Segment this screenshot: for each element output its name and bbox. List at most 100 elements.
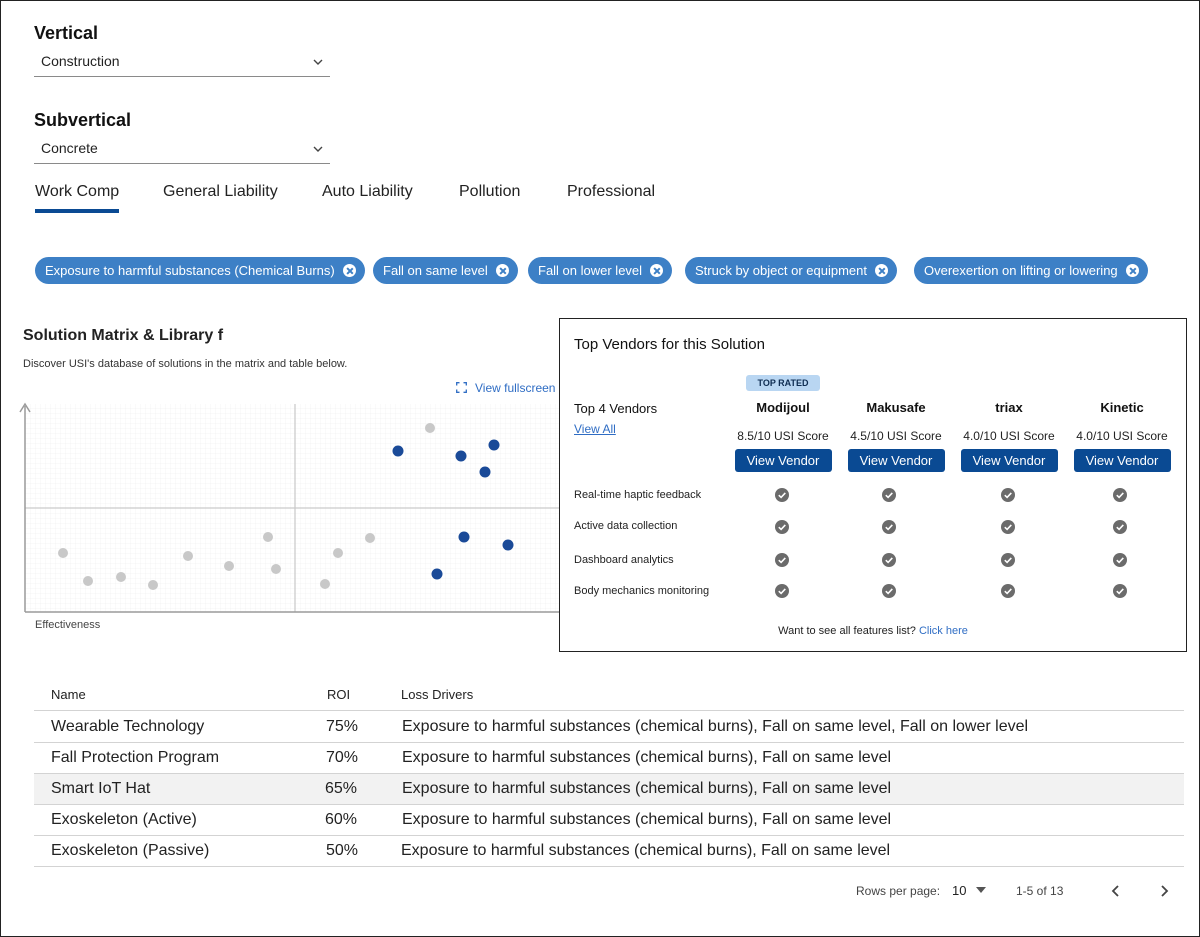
view-vendor-button[interactable]: View Vendor (960, 449, 1058, 472)
view-fullscreen-link[interactable]: View fullscreen (456, 381, 555, 395)
vendor-column: Modijoul 8.5/10 USI Score View Vendor (728, 399, 838, 472)
top-vendors-panel: Top Vendors for this Solution Top 4 Vend… (559, 318, 1187, 652)
cell-loss-drivers: Exposure to harmful substances (chemical… (402, 718, 1029, 735)
fullscreen-icon (456, 382, 467, 393)
view-vendor-button[interactable]: View Vendor (847, 449, 945, 472)
table-row[interactable]: Fall Protection Program 70% Exposure to … (34, 743, 1184, 774)
view-vendor-button[interactable]: View Vendor (734, 449, 832, 472)
check-circle-icon (1113, 488, 1127, 502)
vendor-name: triax (995, 400, 1023, 415)
solution-point[interactable] (83, 576, 93, 586)
solution-point[interactable] (333, 548, 343, 558)
cell-loss-drivers: Exposure to harmful substances (chemical… (402, 780, 892, 797)
chevron-left-icon[interactable] (1109, 883, 1123, 899)
caret-down-icon (976, 887, 987, 893)
chevron-down-icon (313, 146, 323, 152)
view-all-link[interactable]: View All (574, 422, 616, 436)
rows-per-page-value: 10 (952, 883, 967, 898)
top-vendors-label: Top 4 Vendors (574, 401, 658, 416)
solution-point-selected[interactable] (488, 439, 500, 451)
table-row[interactable]: Exoskeleton (Active) 60% Exposure to har… (34, 805, 1184, 836)
vertical-select[interactable]: Construction (34, 47, 330, 77)
check-circle-icon (1001, 553, 1015, 567)
check-circle-icon (1113, 584, 1127, 598)
chevron-down-icon (313, 59, 323, 65)
subvertical-select[interactable]: Concrete (34, 134, 330, 164)
solution-point-selected[interactable] (392, 445, 404, 457)
chip-label: Fall on same level (383, 263, 488, 278)
chip-label: Struck by object or equipment (695, 263, 867, 278)
solution-matrix-subtitle: Discover USI's database of solutions in … (23, 358, 348, 370)
solution-point-selected[interactable] (479, 466, 491, 478)
table-row[interactable]: Smart IoT Hat 65% Exposure to harmful su… (34, 774, 1184, 805)
loss-driver-chip[interactable]: Fall on lower level (528, 257, 673, 284)
solution-point-selected[interactable] (431, 568, 443, 580)
close-icon[interactable] (1125, 264, 1139, 277)
solution-point[interactable] (224, 561, 234, 571)
column-header-roi[interactable]: ROI (327, 687, 350, 702)
check-circle-icon (775, 553, 789, 567)
solution-point[interactable] (425, 423, 435, 433)
vendor-score: 4.5/10 USI Score (850, 429, 942, 443)
subvertical-label: Subvertical (34, 110, 132, 130)
solution-point-selected[interactable] (502, 539, 514, 551)
column-header-name[interactable]: Name (51, 687, 86, 702)
cell-name: Exoskeleton (Passive) (51, 842, 210, 859)
vendor-score: 4.0/10 USI Score (1076, 429, 1168, 443)
loss-driver-chip[interactable]: Overexertion on lifting or lowering (914, 257, 1148, 284)
loss-driver-chip[interactable]: Struck by object or equipment (685, 257, 897, 284)
chip-label: Fall on lower level (538, 263, 643, 278)
table-row[interactable]: Wearable Technology 75% Exposure to harm… (34, 712, 1184, 743)
click-here-link[interactable]: Click here (919, 625, 968, 637)
view-vendor-button[interactable]: View Vendor (1073, 449, 1171, 472)
cell-name: Exoskeleton (Active) (51, 811, 197, 828)
solution-point-selected[interactable] (458, 531, 470, 543)
cell-roi: 50% (326, 842, 359, 859)
solution-point[interactable] (116, 572, 126, 582)
features-footer: Want to see all features list? Click her… (560, 625, 1186, 637)
close-icon[interactable] (650, 264, 664, 277)
cell-roi: 70% (326, 749, 359, 766)
tab-auto-liability[interactable]: Auto Liability (322, 183, 413, 213)
tab-professional[interactable]: Professional (567, 183, 655, 213)
check-circle-icon (882, 520, 896, 534)
check-circle-icon (882, 488, 896, 502)
vertical-value: Construction (41, 53, 120, 69)
cell-roi: 75% (326, 718, 359, 735)
tab-work-comp[interactable]: Work Comp (35, 183, 120, 213)
solution-point[interactable] (148, 580, 158, 590)
close-icon[interactable] (342, 264, 356, 277)
tab-general-liability[interactable]: General Liability (163, 183, 278, 213)
solution-point[interactable] (365, 533, 375, 543)
chip-label: Exposure to harmful substances (Chemical… (45, 263, 335, 278)
solution-point[interactable] (183, 551, 193, 561)
loss-driver-chip[interactable]: Exposure to harmful substances (Chemical… (35, 257, 365, 284)
features-footer-text: Want to see all features list? (778, 625, 916, 637)
close-icon[interactable] (495, 264, 509, 277)
cell-roi: 60% (325, 811, 358, 828)
feature-label: Real-time haptic feedback (574, 489, 702, 501)
vendor-score: 4.0/10 USI Score (963, 429, 1055, 443)
cell-loss-drivers: Exposure to harmful substances (chemical… (401, 842, 891, 859)
loss-driver-chip[interactable]: Fall on same level (373, 257, 518, 284)
vendor-column: Makusafe 4.5/10 USI Score View Vendor (841, 399, 951, 472)
rows-per-page-select[interactable]: 10 (952, 883, 987, 898)
cell-roi: 65% (325, 780, 358, 797)
check-circle-icon (775, 520, 789, 534)
check-circle-icon (775, 488, 789, 502)
table-header: Name ROI Loss Drivers (34, 676, 1184, 711)
view-fullscreen-label: View fullscreen (475, 381, 556, 395)
table-row[interactable]: Exoskeleton (Passive) 50% Exposure to ha… (34, 836, 1184, 867)
solution-point-selected[interactable] (455, 450, 467, 462)
chevron-right-icon[interactable] (1157, 883, 1171, 899)
check-circle-icon (1001, 584, 1015, 598)
solution-point[interactable] (58, 548, 68, 558)
solution-point[interactable] (263, 532, 273, 542)
solution-point[interactable] (320, 579, 330, 589)
solution-point[interactable] (271, 564, 281, 574)
cell-loss-drivers: Exposure to harmful substances (chemical… (402, 749, 892, 766)
close-icon[interactable] (874, 264, 888, 277)
x-axis-label: Effectiveness (35, 619, 101, 631)
tab-pollution[interactable]: Pollution (459, 183, 520, 213)
column-header-loss-drivers[interactable]: Loss Drivers (401, 687, 473, 702)
